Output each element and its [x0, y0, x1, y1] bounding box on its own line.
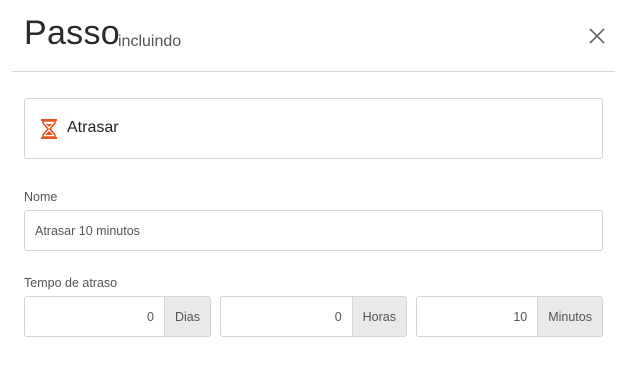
- hourglass-icon: [41, 119, 57, 139]
- header-divider: [12, 71, 615, 72]
- horas-unit: Horas: [351, 297, 406, 336]
- close-button[interactable]: [586, 25, 608, 47]
- nome-label: Nome: [24, 190, 58, 204]
- modal-subtitle: incluindo: [118, 33, 182, 50]
- step-type-label: Atrasar: [67, 119, 119, 136]
- dias-input-group: Dias: [24, 296, 211, 337]
- nome-input[interactable]: [24, 210, 603, 251]
- dias-input[interactable]: [25, 297, 164, 336]
- minutos-input[interactable]: [417, 297, 538, 336]
- minutos-unit: Minutos: [537, 297, 602, 336]
- dias-unit: Dias: [163, 297, 210, 336]
- modal-title: Passo: [24, 14, 120, 52]
- modal-header: Passo incluindo: [0, 0, 625, 72]
- tempo-atraso-label: Tempo de atraso: [24, 276, 118, 290]
- horas-input[interactable]: [221, 297, 352, 336]
- step-type-card[interactable]: Atrasar: [24, 98, 603, 159]
- close-icon: [589, 28, 605, 44]
- horas-input-group: Horas: [220, 296, 407, 337]
- minutos-input-group: Minutos: [416, 296, 603, 337]
